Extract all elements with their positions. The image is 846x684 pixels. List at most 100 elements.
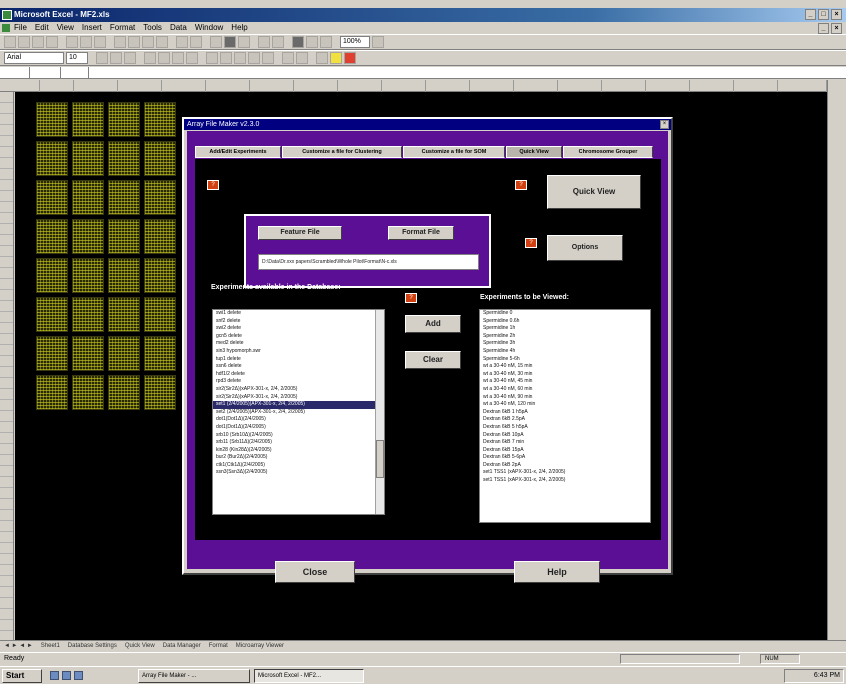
bold-icon[interactable] — [96, 52, 108, 64]
list-item[interactable]: Dextran 6kB 1 h5pA — [480, 409, 650, 417]
row-header[interactable] — [0, 499, 13, 510]
list-item[interactable]: swi1 delete — [213, 310, 384, 318]
list-item[interactable]: wt a 30-40 nM, 30 min — [480, 371, 650, 379]
row-header[interactable] — [0, 356, 13, 367]
row-header[interactable] — [0, 466, 13, 477]
row-header[interactable] — [0, 323, 13, 334]
list-item[interactable]: wt a 30-40 nM, 15 min — [480, 363, 650, 371]
hyperlink-icon[interactable] — [210, 36, 222, 48]
list-item[interactable]: Dextran 6kB 5 h5pA — [480, 424, 650, 432]
paste-icon[interactable] — [142, 36, 154, 48]
format-painter-icon[interactable] — [156, 36, 168, 48]
menu-format[interactable]: Format — [110, 22, 135, 34]
file-path-field[interactable]: D:\Data\Dr.xxx papers\Scrambled\Whole Pi… — [258, 254, 479, 270]
fill-color-icon[interactable] — [330, 52, 342, 64]
list-item[interactable]: med2 delete — [213, 340, 384, 348]
undo-icon[interactable] — [176, 36, 188, 48]
map-icon[interactable] — [306, 36, 318, 48]
menu-edit[interactable]: Edit — [35, 22, 49, 34]
menu-file[interactable]: File — [14, 22, 27, 34]
list-item[interactable]: tup1 delete — [213, 356, 384, 364]
list-item[interactable]: ctk1(Ctk1Δ)(2/4/2005) — [213, 462, 384, 470]
list-item[interactable]: ssn6 delete — [213, 363, 384, 371]
row-header[interactable] — [0, 444, 13, 455]
add-help-tip[interactable]: ? — [405, 293, 417, 303]
font-name-combo[interactable]: Arial — [4, 52, 64, 64]
row-header[interactable] — [0, 224, 13, 235]
name-box[interactable] — [0, 67, 30, 78]
column-header[interactable] — [602, 80, 646, 92]
row-header[interactable] — [0, 312, 13, 323]
column-header[interactable] — [294, 80, 338, 92]
row-header[interactable] — [0, 279, 13, 290]
chart-wizard-icon[interactable] — [292, 36, 304, 48]
vertical-scrollbar[interactable] — [827, 80, 846, 640]
list-item[interactable]: set2 (2/4/2005)(APX-301-x, 2/4, 2/2005) — [213, 409, 384, 417]
sheet-tab-database-settings[interactable]: Database Settings — [68, 641, 117, 652]
row-header[interactable] — [0, 620, 13, 631]
clear-button[interactable]: Clear — [405, 351, 461, 369]
list-item[interactable]: Spermidine 4h — [480, 348, 650, 356]
list-item[interactable]: Spermidine 0.6h — [480, 318, 650, 326]
font-size-combo[interactable]: 10 — [66, 52, 88, 64]
decrease-indent-icon[interactable] — [282, 52, 294, 64]
column-header[interactable] — [40, 80, 74, 92]
row-header[interactable] — [0, 389, 13, 400]
list-item[interactable]: snf2 delete — [213, 318, 384, 326]
taskbar-array-file-maker[interactable]: Array File Maker - ... — [138, 669, 250, 683]
tab-add-edit-experiments[interactable]: Add/Edit Experiments — [195, 146, 281, 158]
list-item[interactable]: kin28 (Kin28Δ)(2/4/2005) — [213, 447, 384, 455]
save-icon[interactable] — [32, 36, 44, 48]
row-header[interactable] — [0, 169, 13, 180]
tab-chromosome-grouper[interactable]: Chromosome Grouper — [563, 146, 653, 158]
list-item[interactable]: set1 (2/4/2005)(APX-301-x, 2/4, 2/2005) — [213, 401, 384, 409]
row-header[interactable] — [0, 290, 13, 301]
menu-help[interactable]: Help — [231, 22, 247, 34]
row-header[interactable] — [0, 158, 13, 169]
format-file-button[interactable]: Format File — [388, 226, 454, 240]
row-header[interactable] — [0, 477, 13, 488]
list-item[interactable]: hdf1/2 delete — [213, 371, 384, 379]
cut-icon[interactable] — [114, 36, 126, 48]
sort-ascending-icon[interactable] — [258, 36, 270, 48]
column-header[interactable] — [74, 80, 118, 92]
experiments-to-view-listbox[interactable]: Spermidine 0 Spermidine 0.6h Spermidine 1h… — [479, 309, 651, 523]
column-header[interactable] — [118, 80, 162, 92]
tab-quick-view[interactable]: Quick View — [506, 146, 562, 158]
row-header[interactable] — [0, 455, 13, 466]
close-button[interactable]: Close — [275, 561, 355, 583]
browser-quicklaunch-icon[interactable] — [62, 671, 71, 680]
row-header[interactable] — [0, 147, 13, 158]
tab-customize-som[interactable]: Customize a file for SOM — [403, 146, 505, 158]
new-icon[interactable] — [4, 36, 16, 48]
column-header[interactable] — [426, 80, 470, 92]
menu-tools[interactable]: Tools — [143, 22, 162, 34]
list-item[interactable]: swi2 delete — [213, 325, 384, 333]
menu-data[interactable]: Data — [170, 22, 187, 34]
row-header[interactable] — [0, 411, 13, 422]
menu-view[interactable]: View — [57, 22, 74, 34]
row-header[interactable] — [0, 587, 13, 598]
list-item[interactable]: dot1(Dot1Δ)(2/4/2005) — [213, 416, 384, 424]
list-item[interactable]: Spermidine 1h — [480, 325, 650, 333]
row-header[interactable] — [0, 488, 13, 499]
list-item[interactable]: Dextran 6kB 15pA — [480, 447, 650, 455]
column-header[interactable] — [382, 80, 426, 92]
comma-icon[interactable] — [234, 52, 246, 64]
row-header[interactable] — [0, 92, 13, 103]
row-header[interactable] — [0, 422, 13, 433]
sheet-tab-data-manager[interactable]: Data Manager — [163, 641, 201, 652]
column-header[interactable] — [162, 80, 206, 92]
row-header[interactable] — [0, 301, 13, 312]
taskbar-microsoft-excel[interactable]: Microsoft Excel - MF2... — [254, 669, 364, 683]
sheet-tab-sheet1[interactable]: Sheet1 — [41, 641, 60, 652]
row-header[interactable] — [0, 191, 13, 202]
list-item[interactable]: Spermidine 2h — [480, 333, 650, 341]
start-button[interactable]: Start — [2, 669, 42, 683]
menu-window[interactable]: Window — [195, 22, 223, 34]
row-header[interactable] — [0, 268, 13, 279]
available-list-scrollbar[interactable] — [375, 310, 384, 514]
currency-icon[interactable] — [206, 52, 218, 64]
list-item[interactable]: Dextran 6kB 2.5pA — [480, 416, 650, 424]
column-header[interactable] — [15, 80, 40, 92]
